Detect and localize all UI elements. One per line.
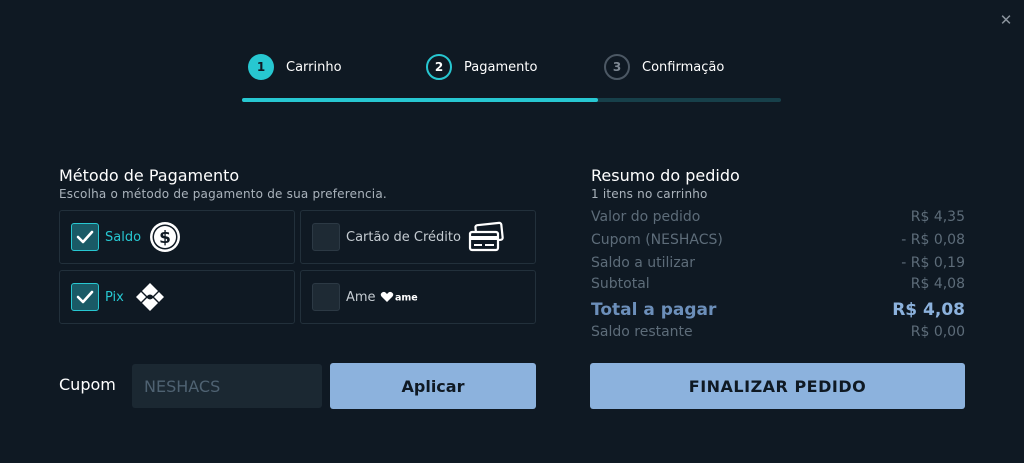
summary-row-label: Subtotal (591, 276, 650, 292)
payment-method-label: Saldo (105, 229, 142, 245)
ame-logo-icon: ame (380, 290, 418, 304)
summary-row-value: - R$ 0,08 (901, 232, 965, 248)
step-label: Carrinho (286, 59, 342, 75)
summary-row-label: Valor do pedido (591, 209, 701, 225)
summary-row-subtotal: Subtotal R$ 4,08 (591, 276, 965, 292)
summary-total: Total a pagar R$ 4,08 (591, 300, 965, 320)
step-confirmacao[interactable]: 3 Confirmação (604, 54, 724, 80)
payment-method-saldo[interactable]: Saldo $ (59, 210, 295, 264)
coupon-label: Cupom (59, 375, 116, 394)
summary-total-value: R$ 4,08 (892, 300, 965, 320)
step-label: Confirmação (642, 59, 725, 75)
apply-coupon-button[interactable]: Aplicar (330, 363, 536, 409)
checkbox-checked[interactable] (71, 223, 99, 251)
check-icon (76, 290, 94, 304)
dollar-coin-icon: $ (149, 221, 181, 253)
summary-row-label: Cupom (NESHACS) (591, 232, 723, 248)
step-label: Pagamento (464, 59, 538, 75)
payment-method-cartao[interactable]: Cartão de Crédito (300, 210, 536, 264)
check-icon (76, 230, 94, 244)
step-number: 3 (604, 54, 630, 80)
checkbox-checked[interactable] (71, 283, 99, 311)
summary-row-valor: Valor do pedido R$ 4,35 (591, 209, 965, 225)
payment-method-label: Cartão de Crédito (346, 229, 461, 245)
payment-method-pix[interactable]: Pix (59, 270, 295, 324)
summary-row-remaining: Saldo restante R$ 0,00 (591, 324, 965, 340)
coupon-input[interactable] (132, 364, 322, 408)
step-pagamento[interactable]: 2 Pagamento (426, 54, 537, 80)
summary-row-label: Saldo a utilizar (591, 255, 696, 271)
step-number: 2 (426, 54, 452, 80)
summary-row-value: R$ 4,35 (910, 209, 965, 225)
step-number: 1 (248, 54, 274, 80)
summary-row-value: R$ 4,08 (910, 276, 965, 292)
summary-row-label: Saldo restante (591, 324, 693, 340)
summary-row-value: - R$ 0,19 (901, 255, 965, 271)
payment-title: Método de Pagamento (59, 166, 240, 185)
summary-title: Resumo do pedido (591, 166, 740, 185)
summary-row-value: R$ 0,00 (910, 324, 965, 340)
svg-text:$: $ (159, 228, 171, 248)
checkbox-unchecked[interactable] (312, 223, 340, 251)
payment-subtitle: Escolha o método de pagamento de sua pre… (59, 187, 387, 201)
step-progress-bar (242, 98, 781, 102)
summary-total-label: Total a pagar (591, 300, 717, 320)
payment-method-ame[interactable]: Ame ame (300, 270, 536, 324)
close-icon[interactable]: ✕ (998, 12, 1014, 28)
payment-method-label: Pix (105, 289, 124, 305)
summary-row-cupom: Cupom (NESHACS) - R$ 0,08 (591, 232, 965, 248)
step-progress-fill (242, 98, 598, 102)
summary-row-saldo: Saldo a utilizar - R$ 0,19 (591, 255, 965, 271)
finalize-order-button[interactable]: FINALIZAR PEDIDO (590, 363, 965, 409)
credit-card-icon (467, 221, 505, 253)
pix-icon (134, 281, 166, 313)
checkbox-unchecked[interactable] (312, 283, 340, 311)
payment-method-label: Ame (346, 289, 376, 305)
svg-text:ame: ame (395, 293, 418, 304)
summary-items-count: 1 itens no carrinho (591, 187, 708, 201)
step-carrinho[interactable]: 1 Carrinho (248, 54, 342, 80)
